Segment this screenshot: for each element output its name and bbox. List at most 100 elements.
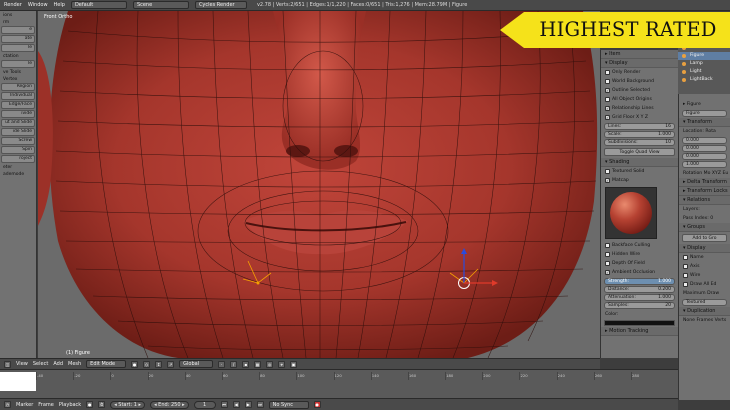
checkbox-row-only-render[interactable]: Only Render <box>601 68 678 77</box>
field-distance[interactable]: Distance: 0.200 <box>604 286 675 293</box>
field-lines[interactable]: Lines: 16 <box>604 123 675 130</box>
head-mesh[interactable] <box>38 11 600 358</box>
menu-view[interactable]: View <box>16 361 28 367</box>
timeline-area[interactable]: -40 -20 0 20 40 60 80 100 120 140 160 180 200 220 240 2… <box>0 369 678 398</box>
panel-header-duplication[interactable]: ▾ Duplication <box>679 307 730 316</box>
checkbox-row-depth-of-field[interactable]: Depth Of Field <box>601 259 678 268</box>
proportional-edit-icon[interactable]: ◎ <box>266 360 274 368</box>
checkbox-ambient-occlusion[interactable]: ✓ <box>605 270 610 275</box>
checkbox-row-matcap[interactable]: ✓ Matcap <box>601 176 678 185</box>
snap-icon[interactable]: ⌖ <box>278 360 286 368</box>
button-add-to-gro[interactable]: Add to Gro <box>682 234 727 242</box>
render-preview-icon[interactable]: ▣ <box>290 360 298 368</box>
outliner-item-lightback[interactable]: LightBack <box>678 76 730 84</box>
mode-dropdown[interactable]: Edit Mode <box>86 360 127 368</box>
panel-header-item[interactable]: ▸ Item <box>601 50 678 59</box>
checkbox-outline-selected[interactable]: ✓ <box>605 88 610 93</box>
3d-viewport[interactable]: Front Ortho (1) Figure <box>38 11 600 358</box>
orientation-dropdown[interactable]: Global <box>179 360 214 368</box>
field-textured[interactable]: Textured <box>682 299 727 306</box>
checkbox-row-textured-solid[interactable]: Textured Solid <box>601 167 678 176</box>
tool-button-spin[interactable]: Spin <box>1 146 35 154</box>
checkbox-row-draw-all-ed[interactable]: Draw All Ed <box>679 280 730 289</box>
field-0-000[interactable]: 0.000 <box>682 153 727 160</box>
panel-header-motion-tracking[interactable]: ▸ Motion Tracking <box>601 327 678 336</box>
matcap-preview[interactable] <box>605 187 657 239</box>
panel-header-groups[interactable]: ▾ Groups <box>679 223 730 232</box>
panel-header-transform[interactable]: ▾ Transform <box>679 118 730 127</box>
tool-button-e[interactable]: e <box>1 26 35 34</box>
panel-header-shading[interactable]: ▾ Shading <box>601 158 678 167</box>
checkbox-world-background[interactable] <box>605 79 610 84</box>
checkbox-all-object-origins[interactable] <box>605 97 610 102</box>
manipulator-icon[interactable]: ↕ <box>155 360 163 368</box>
field-samples[interactable]: Samples: 20 <box>604 302 675 309</box>
menu-render[interactable]: Render <box>4 2 22 8</box>
checkbox-axis[interactable] <box>683 264 688 269</box>
field-1-000[interactable]: 1.000 <box>682 161 727 168</box>
current-frame-field[interactable]: 1 <box>193 400 216 409</box>
checkbox-row-relationship-lines[interactable]: ✓ Relationship Lines <box>601 104 678 113</box>
checkbox-draw-all-ed[interactable] <box>683 282 688 287</box>
sync-dropdown[interactable]: No Sync <box>268 400 309 409</box>
checkbox-textured-solid[interactable] <box>605 169 610 174</box>
edge-select-icon[interactable]: / <box>230 360 238 368</box>
tool-button-le[interactable]: le <box>1 44 35 52</box>
checkbox-depth-of-field[interactable] <box>605 261 610 266</box>
panel-header-display[interactable]: ▾ Display <box>679 244 730 253</box>
field-strength[interactable]: Strength: 1.000 <box>604 278 675 285</box>
face-select-icon[interactable]: ▪ <box>242 360 250 368</box>
checkbox-row-name[interactable]: Name <box>679 253 730 262</box>
vertex-select-icon[interactable]: · <box>218 360 226 368</box>
render-engine-dropdown[interactable]: Cycles Render <box>194 1 247 9</box>
start-frame-field[interactable]: ◂ Start: 1 ▸ <box>110 400 146 409</box>
ao-color-swatch[interactable] <box>604 320 675 326</box>
timeline-editor-icon[interactable]: ◷ <box>4 401 11 408</box>
outliner-item-lamp[interactable]: Lamp <box>678 60 730 68</box>
editor-type-icon[interactable]: ◫ <box>4 360 11 368</box>
checkbox-row-wire[interactable]: Wire <box>679 271 730 280</box>
checkbox-row-backface-culling[interactable]: Backface Culling <box>601 241 678 250</box>
record-icon[interactable]: ● <box>86 401 94 408</box>
field-0-000[interactable]: 0.000 <box>682 145 727 152</box>
tool-button-ut-and-slide[interactable]: ut and Slide <box>1 119 35 127</box>
checkbox-row-outline-selected[interactable]: ✓ Outline Selected <box>601 86 678 95</box>
menu-help[interactable]: Help <box>54 2 65 8</box>
play-reverse-icon[interactable]: ◀ <box>232 401 240 408</box>
outliner-item-figure[interactable]: Figure <box>678 52 730 60</box>
occlude-icon[interactable]: ▦ <box>254 360 262 368</box>
end-frame-field[interactable]: ◂ End: 250 ▸ <box>150 400 189 409</box>
checkbox-backface-culling[interactable] <box>605 243 610 248</box>
menu-frame[interactable]: Frame <box>38 402 54 408</box>
checkbox-relationship-lines[interactable]: ✓ <box>605 106 610 111</box>
panel-header-delta-transform[interactable]: ▸ Delta Transform <box>679 178 730 187</box>
checkbox-wire[interactable] <box>683 273 688 278</box>
tool-button-screw[interactable]: Screw <box>1 137 35 145</box>
button-toggle-quad-view[interactable]: Toggle Quad View <box>604 148 675 156</box>
checkbox-only-render[interactable] <box>605 70 610 75</box>
menu-mesh[interactable]: Mesh <box>68 361 81 367</box>
play-icon[interactable]: ▶ <box>244 401 252 408</box>
checkbox-row-ambient-occlusion[interactable]: ✓ Ambient Occlusion <box>601 268 678 277</box>
shading-solid-icon[interactable]: ● <box>131 360 139 368</box>
checkbox-matcap[interactable]: ✓ <box>605 178 610 183</box>
keyframe-record-icon[interactable]: ● <box>313 401 321 408</box>
checkbox-grid-floor-x-y-z[interactable]: ✓ <box>605 115 610 120</box>
checkbox-row-grid-floor-x-y-z[interactable]: ✓ Grid Floor X Y Z <box>601 113 678 122</box>
checkbox-row-all-object-origins[interactable]: All Object Origins <box>601 95 678 104</box>
field-attenuation[interactable]: Attenuation: 1.000 <box>604 294 675 301</box>
checkbox-name[interactable] <box>683 255 688 260</box>
tool-button-edge-face[interactable]: Edge/Face <box>1 101 35 109</box>
field-0-000[interactable]: 0.000 <box>682 137 727 144</box>
menu-playback[interactable]: Playback <box>59 402 81 408</box>
layout-dropdown[interactable]: Default <box>70 1 127 9</box>
panel-header-display[interactable]: ▾ Display <box>601 59 678 68</box>
checkbox-row-hidden-wire[interactable]: Hidden Wire <box>601 250 678 259</box>
checkbox-row-axis[interactable]: Axis <box>679 262 730 271</box>
preview-range-icon[interactable]: ⏱ <box>98 401 106 408</box>
tool-button-ivide[interactable]: ivide <box>1 110 35 118</box>
tool-button-ide-slide[interactable]: ide Slide <box>1 128 35 136</box>
jump-end-icon[interactable]: ⏭ <box>256 401 264 408</box>
menu-select[interactable]: Select <box>33 361 48 367</box>
scene-dropdown[interactable]: Scene <box>132 1 189 9</box>
